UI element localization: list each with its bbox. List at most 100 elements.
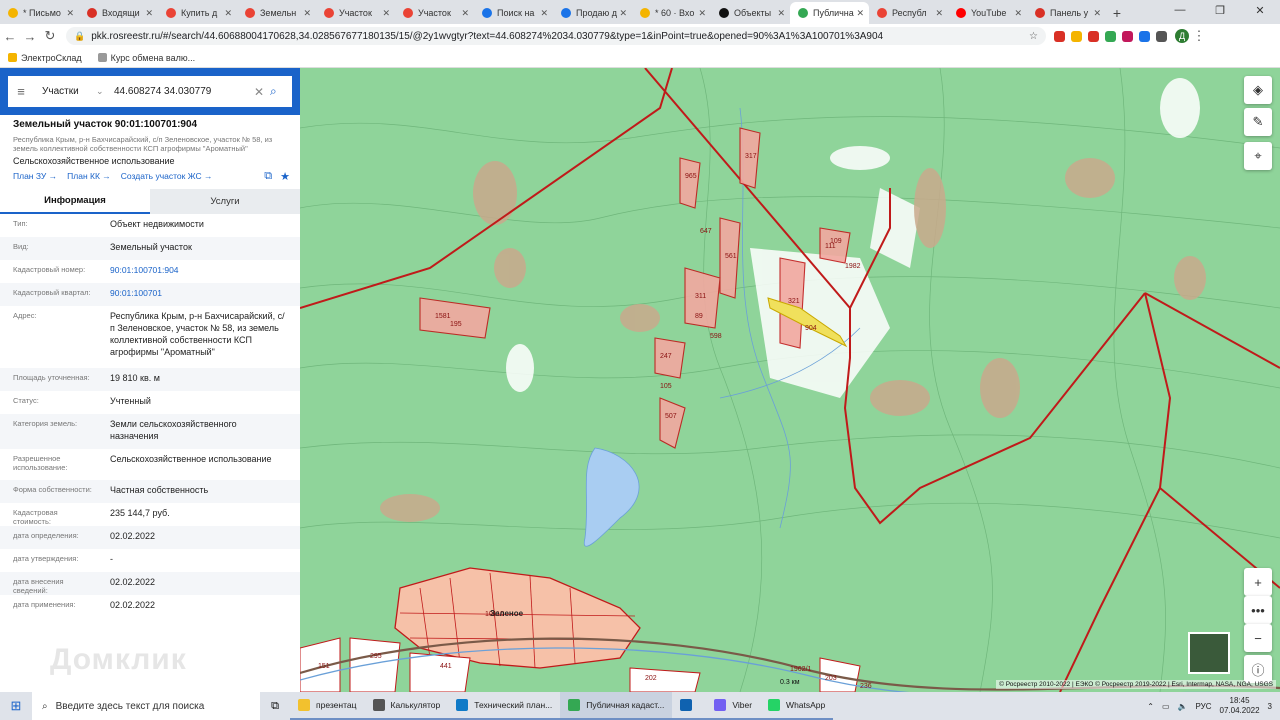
tab-close-icon[interactable]: ✕: [856, 8, 864, 19]
hamburger-icon[interactable]: ≡: [8, 84, 34, 99]
bookmark-item[interactable]: ЭлектроСклад: [8, 53, 82, 63]
taskbar-app[interactable]: [672, 692, 707, 720]
search-icon[interactable]: ⌕: [270, 84, 292, 99]
extension-icon[interactable]: [1071, 30, 1082, 42]
taskbar-app[interactable]: Калькулятор: [364, 692, 449, 720]
tab-close-icon[interactable]: ✕: [777, 8, 785, 19]
reload-icon[interactable]: ↻: [40, 28, 60, 44]
map-canvas[interactable]: 9653175613112471113211982109904647895985…: [300, 68, 1280, 692]
taskbar-app[interactable]: презентац: [290, 692, 365, 720]
bookmarks-bar: ЭлектроСклад Курс обмена валю...: [0, 48, 1280, 68]
taskbar-app[interactable]: Технический план...: [448, 692, 561, 720]
more-dots-icon[interactable]: •••: [1244, 596, 1272, 624]
profile-avatar[interactable]: Д: [1175, 29, 1189, 43]
browser-tab[interactable]: * 60 · Вхо ✕: [632, 2, 711, 24]
parcel-number-label: 109: [830, 238, 842, 245]
app-icon: [768, 699, 781, 711]
cadastral-map[interactable]: 965 317 561 311 247 111 321 1982 109 904 647 89 598 5…: [300, 68, 1280, 692]
extension-icon[interactable]: [1054, 30, 1065, 42]
tab-favicon: [640, 8, 650, 18]
tab-close-icon[interactable]: ✕: [461, 8, 469, 19]
tab-close-icon[interactable]: ✕: [1093, 8, 1101, 19]
info-icon[interactable]: ⓘ: [1244, 655, 1272, 683]
back-icon[interactable]: ←: [0, 29, 20, 44]
forward-icon[interactable]: →: [20, 29, 40, 44]
chevron-down-icon[interactable]: ⌄: [96, 86, 114, 97]
extension-icon[interactable]: [1105, 30, 1116, 42]
zoom-in-button[interactable]: +: [1244, 568, 1272, 596]
volume-icon[interactable]: 🔈: [1178, 702, 1188, 711]
windows-start-icon[interactable]: ⊞: [0, 692, 32, 720]
search-type-select[interactable]: Участки: [34, 86, 96, 97]
search-input[interactable]: 44.608274 34.030779: [114, 86, 254, 97]
info-value[interactable]: 90:01:100701: [97, 283, 287, 306]
browser-tab[interactable]: YouTube ✕: [948, 2, 1027, 24]
locate-icon[interactable]: ⌖: [1244, 142, 1272, 170]
puzzle-icon[interactable]: [1156, 30, 1167, 42]
tab-close-icon[interactable]: ✕: [303, 8, 311, 19]
task-view-icon[interactable]: ⧉: [260, 700, 290, 713]
extension-icon[interactable]: [1122, 30, 1133, 42]
browser-tab[interactable]: Купить д ✕: [158, 2, 237, 24]
tab-close-icon[interactable]: ✕: [1014, 8, 1022, 19]
info-value[interactable]: 90:01:100701:904: [97, 260, 287, 283]
tray-chevron-icon[interactable]: ⌃: [1147, 702, 1154, 711]
maximize-icon[interactable]: ❐: [1200, 0, 1240, 20]
browser-tab[interactable]: Участок ✕: [395, 2, 474, 24]
tab-close-icon[interactable]: ✕: [540, 8, 548, 19]
parcel-usage: Сельскохозяйственное использование: [13, 156, 175, 166]
browser-tab[interactable]: * Письмо ✕: [0, 2, 79, 24]
parcel-number-label: 507: [665, 413, 677, 420]
favorite-star-icon[interactable]: ★: [280, 170, 290, 183]
tab-close-icon[interactable]: ✕: [145, 8, 153, 19]
close-icon[interactable]: ✕: [1240, 0, 1280, 20]
info-key: Статус:: [13, 396, 39, 405]
tab-services[interactable]: Услуги: [150, 189, 300, 214]
language-indicator[interactable]: РУС: [1195, 702, 1211, 711]
copy-icon[interactable]: ⧉: [264, 170, 272, 183]
info-row: Форма собственности: Частная собственност…: [0, 480, 300, 503]
tab-close-icon[interactable]: ✕: [382, 8, 390, 19]
browser-tab[interactable]: Участок ✕: [316, 2, 395, 24]
tab-close-icon[interactable]: ✕: [66, 8, 74, 19]
browser-tab[interactable]: Объекты ✕: [711, 2, 790, 24]
taskbar-app[interactable]: Viber: [706, 692, 761, 720]
bookmark-star-icon[interactable]: ☆: [1029, 31, 1038, 42]
search-icon: ⌕: [42, 700, 48, 712]
taskbar-app[interactable]: WhatsApp: [760, 692, 834, 720]
extension-icon[interactable]: [1088, 30, 1099, 42]
zoom-out-button[interactable]: −: [1244, 624, 1272, 652]
info-key: дата утверждения:: [13, 554, 79, 563]
tab-favicon: [956, 8, 966, 18]
browser-tab[interactable]: Публична ✕: [790, 2, 869, 24]
browser-tab[interactable]: Продаю д ✕: [553, 2, 632, 24]
new-tab-button[interactable]: +: [1106, 2, 1128, 24]
tab-close-icon[interactable]: ✕: [619, 8, 627, 19]
address-bar[interactable]: 🔒 pkk.rosreestr.ru/#/search/44.606880041…: [66, 27, 1046, 45]
minimize-icon[interactable]: —: [1160, 0, 1200, 20]
browser-tab[interactable]: Республ ✕: [869, 2, 948, 24]
satellite-minimap[interactable]: [1188, 632, 1230, 674]
tab-close-icon[interactable]: ✕: [698, 8, 706, 19]
menu-dots-icon[interactable]: ⋮: [1189, 28, 1209, 44]
layers-icon[interactable]: ◈: [1244, 76, 1272, 104]
browser-tab[interactable]: Поиск на ✕: [474, 2, 553, 24]
edit-pencil-icon[interactable]: ✎: [1244, 108, 1272, 136]
bookmark-item[interactable]: Курс обмена валю...: [97, 53, 195, 63]
clock[interactable]: 18:45 07.04.2022: [1220, 696, 1260, 716]
tab-close-icon[interactable]: ✕: [224, 8, 232, 19]
clear-icon[interactable]: ✕: [254, 85, 270, 99]
extension-icon[interactable]: [1139, 30, 1150, 42]
taskbar-search[interactable]: ⌕ Введите здесь текст для поиска: [32, 692, 260, 720]
browser-tab[interactable]: Земельн ✕: [237, 2, 316, 24]
browser-tab[interactable]: Панель у ✕: [1027, 2, 1106, 24]
tab-close-icon[interactable]: ✕: [935, 8, 943, 19]
plan-kk-link[interactable]: План КК →: [67, 171, 111, 181]
tab-info[interactable]: Информация: [0, 189, 150, 214]
plan-zu-link[interactable]: План ЗУ →: [13, 171, 57, 181]
network-icon[interactable]: ▭: [1162, 702, 1170, 711]
taskbar-app[interactable]: Публичная кадаст...: [560, 692, 673, 720]
create-parcel-link[interactable]: Создать участок ЖС →: [121, 171, 213, 181]
browser-tab[interactable]: Входящи ✕: [79, 2, 158, 24]
notifications-badge[interactable]: 3: [1268, 702, 1272, 711]
